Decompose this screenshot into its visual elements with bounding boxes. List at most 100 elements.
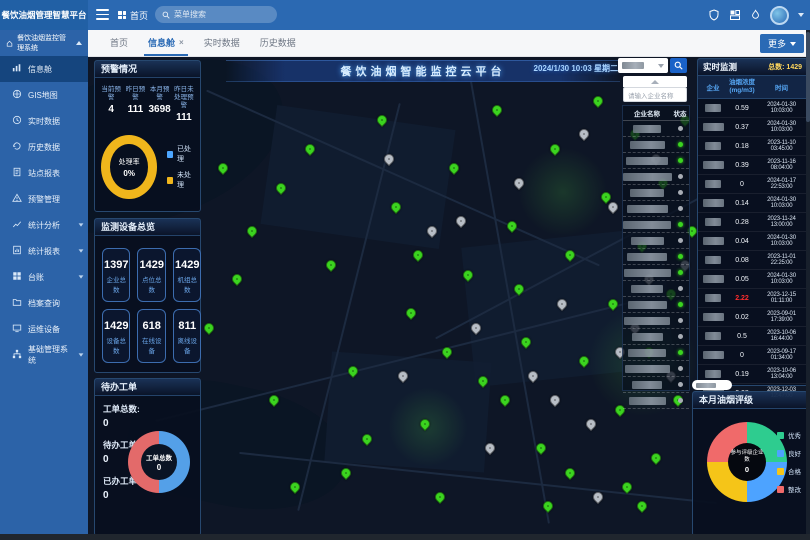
tab-item[interactable]: 首页 <box>100 36 138 56</box>
realtime-row[interactable]: 0.18 2023-11-10 03:45:00 <box>698 137 807 156</box>
map-pin-online[interactable] <box>324 258 338 272</box>
rating-filter-pill[interactable] <box>692 380 732 390</box>
realtime-row[interactable]: 0.14 2024-01-30 10:03:00 <box>698 194 807 213</box>
enterprise-row[interactable] <box>623 121 689 137</box>
sidebar-item-clock[interactable]: 实时数据 <box>0 108 88 134</box>
enterprise-name-blurred <box>705 256 721 264</box>
enterprise-row[interactable] <box>623 297 689 313</box>
nav-home-chip[interactable]: 首页 <box>118 7 148 23</box>
map-datetime: 2024/1/30 10:03 星期二 <box>518 63 618 74</box>
enterprise-row[interactable] <box>623 201 689 217</box>
map-pin-online[interactable] <box>562 465 576 479</box>
enterprise-row[interactable] <box>623 393 689 409</box>
enterprise-row[interactable] <box>623 249 689 265</box>
device-stat-tile[interactable]: 1429 点位总数 <box>137 248 165 302</box>
sidebar-item-statreport[interactable]: 统计报表 <box>0 238 88 264</box>
sidebar-item-map[interactable]: GIS地图 <box>0 82 88 108</box>
device-stat-tile[interactable]: 1429 设备总数 <box>102 309 130 363</box>
map-pin-online[interactable] <box>497 393 511 407</box>
map-pin-online[interactable] <box>201 321 215 335</box>
map-pin-online[interactable] <box>635 499 649 513</box>
enterprise-row[interactable] <box>623 233 689 249</box>
enterprise-row[interactable] <box>623 313 689 329</box>
map-pin-offline[interactable] <box>548 393 562 407</box>
screen-layout-icon[interactable] <box>729 9 741 21</box>
map-pin-online[interactable] <box>411 248 425 262</box>
sidebar-item-analysis[interactable]: 统计分析 <box>0 212 88 238</box>
enterprise-row[interactable] <box>623 281 689 297</box>
map-pin-online[interactable] <box>490 103 504 117</box>
user-avatar[interactable] <box>770 6 789 25</box>
expand-chevron-down-icon <box>79 275 84 278</box>
tab-close-icon[interactable]: × <box>179 38 184 47</box>
page-scrollbar[interactable] <box>806 30 810 534</box>
device-stat-tile[interactable]: 811 离线设备 <box>173 309 201 363</box>
realtime-row[interactable]: 0.28 2023-11-24 13:00:00 <box>698 213 807 232</box>
enterprise-row[interactable] <box>623 153 689 169</box>
legend-label: 合格 <box>788 466 801 476</box>
realtime-row[interactable]: 0.59 2024-01-30 10:03:00 <box>698 99 807 118</box>
tab-item[interactable]: 实时数据 <box>194 36 250 56</box>
realtime-row[interactable]: 0.04 2024-01-30 10:03:00 <box>698 232 807 251</box>
enterprise-row[interactable] <box>623 169 689 185</box>
realtime-row[interactable]: 0.02 2023-09-01 17:39:00 <box>698 308 807 327</box>
map-pin-online[interactable] <box>404 306 418 320</box>
realtime-row[interactable]: 2.22 2023-12-15 01:11:00 <box>698 289 807 308</box>
enterprise-row[interactable] <box>623 217 689 233</box>
realtime-row[interactable]: 0.05 2024-01-30 10:03:00 <box>698 270 807 289</box>
enterprise-filter-select[interactable] <box>618 58 668 73</box>
map-pin-online[interactable] <box>505 219 519 233</box>
menu-search-input[interactable]: 菜单搜索 <box>155 6 277 23</box>
sidebar-item-system[interactable]: 基础管理系统 <box>0 342 88 368</box>
enterprise-row[interactable] <box>623 345 689 361</box>
sidebar-item-device[interactable]: 运维设备 <box>0 316 88 342</box>
realtime-row[interactable]: 0 2024-01-17 22:53:00 <box>698 175 807 194</box>
map-pin-offline[interactable] <box>584 417 598 431</box>
device-stat-tile[interactable]: 618 在线设备 <box>137 309 165 363</box>
enterprise-row[interactable] <box>623 137 689 153</box>
sidebar-item-history[interactable]: 历史数据 <box>0 134 88 160</box>
realtime-row[interactable]: 0 2023-09-17 01:34:00 <box>698 346 807 365</box>
dashboard-map-area[interactable]: 餐饮油烟智能监控云平台 2024/1/30 10:03 星期二 预警情况 当前预… <box>88 57 810 540</box>
tab-active[interactable]: 信息舱× <box>138 36 194 56</box>
realtime-row[interactable]: 0.5 2023-10-06 16:44:00 <box>698 327 807 346</box>
map-pin-online[interactable] <box>591 94 605 108</box>
legend-swatch <box>777 486 784 493</box>
sidebar-item-alert[interactable]: 预警管理 <box>0 186 88 212</box>
device-stat-tile[interactable]: 1429 机组总数 <box>173 248 201 302</box>
user-menu-chevron-down-icon[interactable] <box>798 13 804 17</box>
realtime-row[interactable]: 0.37 2024-01-30 10:03:00 <box>698 118 807 137</box>
sidebar-group-header[interactable]: 餐饮油烟监控管理系统 <box>0 30 88 56</box>
map-pin-online[interactable] <box>230 272 244 286</box>
more-button[interactable]: 更多 <box>760 34 804 53</box>
enterprise-row[interactable] <box>623 361 689 377</box>
enterprise-row[interactable] <box>623 265 689 281</box>
map-pin-offline[interactable] <box>577 127 591 141</box>
enterprise-dropdown-collapse[interactable] <box>623 76 687 87</box>
status-dot-offline <box>678 238 683 243</box>
enterprise-row[interactable] <box>623 329 689 345</box>
legend-label: 优秀 <box>788 430 801 440</box>
device-stat-tile[interactable]: 1397 企业总数 <box>102 248 130 302</box>
enterprise-row[interactable] <box>623 377 689 393</box>
map-pin-online[interactable] <box>649 451 663 465</box>
map-pin-online[interactable] <box>432 490 446 504</box>
tab-item[interactable]: 历史数据 <box>250 36 306 56</box>
flame-icon[interactable] <box>750 9 761 21</box>
enterprise-search-button[interactable] <box>670 58 687 73</box>
map-pin-online[interactable] <box>245 224 259 238</box>
sidebar-item-ledger[interactable]: 台账 <box>0 264 88 290</box>
map-pin-offline[interactable] <box>454 214 468 228</box>
shield-icon[interactable] <box>708 9 720 21</box>
hamburger-menu-icon[interactable] <box>96 9 109 20</box>
enterprise-name-input[interactable]: 请输入企业名称 <box>623 87 687 102</box>
scrollbar-thumb[interactable] <box>806 32 810 122</box>
realtime-row[interactable]: 0.08 2023-11-01 22:25:00 <box>698 251 807 270</box>
sidebar-item-archive[interactable]: 档案查询 <box>0 290 88 316</box>
enterprise-row[interactable] <box>623 185 689 201</box>
map-pin-online[interactable] <box>541 499 555 513</box>
status-dot-offline <box>678 206 683 211</box>
realtime-row[interactable]: 0.39 2023-11-16 08:04:00 <box>698 156 807 175</box>
sidebar-item-dashboard[interactable]: 信息舱 <box>0 56 88 82</box>
sidebar-item-report[interactable]: 站点报表 <box>0 160 88 186</box>
